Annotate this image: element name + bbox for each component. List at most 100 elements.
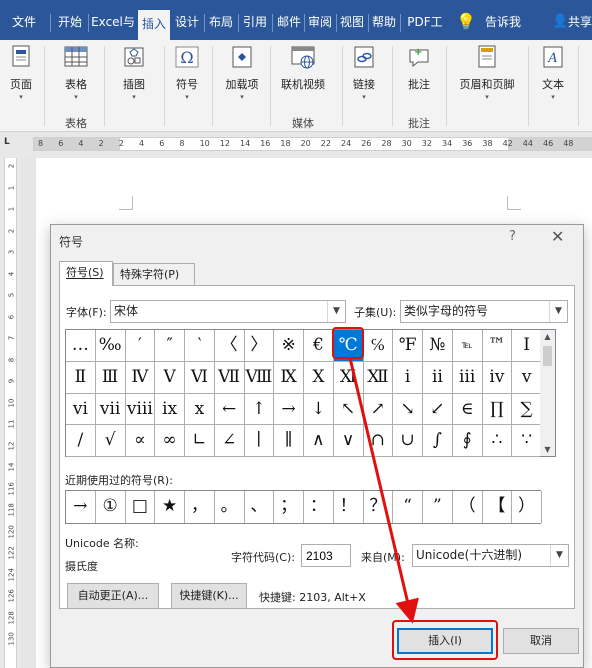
symbol-cell[interactable]: …: [66, 330, 96, 362]
font-select[interactable]: 宋体 ▼: [110, 300, 346, 323]
symbol-cell[interactable]: ⅲ: [452, 361, 483, 394]
symbol-cell[interactable]: ∞: [155, 425, 185, 457]
symbol-cell[interactable]: ∴: [482, 425, 513, 457]
symbol-cell[interactable]: ↗: [363, 393, 394, 426]
recent-symbol-cell[interactable]: “: [393, 491, 423, 523]
symbol-cell[interactable]: ∑: [512, 393, 542, 426]
symbol-cell[interactable]: ∫: [423, 425, 453, 457]
symbol-cell[interactable]: ∟: [185, 425, 215, 457]
symbol-cell[interactable]: ⅷ: [125, 393, 156, 426]
help-icon[interactable]: ?: [509, 229, 516, 244]
symbol-cell[interactable]: ↓: [304, 393, 334, 426]
recent-symbol-cell[interactable]: 、: [245, 491, 275, 523]
symbol-cell[interactable]: ℅: [363, 330, 394, 362]
symbol-cell[interactable]: ⅱ: [423, 361, 453, 394]
symbol-grid[interactable]: … ‰ ′ ″ ‵ 〈〉 ※ € ℃ ℅ ℉ № ℡ ™ Ⅰ Ⅱ Ⅲ Ⅳ Ⅴ Ⅵ Ⅶ Ⅷ Ⅸ Ⅹ Ⅺ Ⅻⅰ ⅱ ⅲ ⅳ ⅴ ⅵ ⅶ ⅷ ⅸ ⅹ ← ↑ →…: [65, 329, 542, 457]
autocorrect-button[interactable]: 自动更正(A)...: [67, 583, 159, 609]
symbol-cell[interactable]: ∕: [66, 425, 96, 457]
symbol-cell[interactable]: Ⅸ: [274, 361, 304, 394]
symbol-cell[interactable]: ↙: [423, 393, 453, 426]
tab-layout[interactable]: 布局: [206, 8, 236, 36]
recent-symbol-cell[interactable]: 【: [483, 491, 513, 523]
symbol-cell[interactable]: ∩: [363, 425, 394, 457]
symbol-cell[interactable]: ⅰ: [393, 361, 423, 394]
recent-symbols-row[interactable]: → ① □ ★，。、；：！？ “” （【）: [65, 490, 542, 524]
symbol-cell[interactable]: ∨: [333, 425, 364, 457]
recent-symbol-cell[interactable]: □: [126, 491, 156, 523]
symbol-cell[interactable]: Ⅷ: [244, 361, 275, 394]
tab-design[interactable]: 设计: [172, 8, 202, 36]
symbol-cell[interactable]: 〉: [244, 330, 275, 362]
tab-special-characters[interactable]: 特殊字符(P): [113, 263, 195, 286]
symbol-cell[interactable]: ⅸ: [155, 393, 185, 426]
symbol-cell[interactable]: Ⅴ: [155, 361, 185, 394]
tab-review[interactable]: 审阅: [305, 8, 335, 36]
symbol-cell[interactable]: 〈: [214, 330, 245, 362]
symbol-cell[interactable]: Ⅲ: [95, 361, 126, 394]
link-button[interactable]: 链接 ▾: [346, 44, 382, 102]
addins-button[interactable]: 加载项 ▾: [222, 44, 262, 102]
symbol-cell[interactable]: ⅴ: [512, 361, 542, 394]
header-footer-button[interactable]: 页眉和页脚 ▾: [452, 44, 522, 102]
symbol-cell[interactable]: Ⅳ: [125, 361, 156, 394]
symbol-cell[interactable]: ∠: [214, 425, 245, 457]
symbol-grid-scrollbar[interactable]: ▲ ▼: [540, 329, 556, 457]
scroll-down-icon[interactable]: ▼: [540, 443, 555, 457]
symbol-cell[interactable]: ∵: [512, 425, 542, 457]
symbol-cell[interactable]: ∮: [452, 425, 483, 457]
symbol-cell[interactable]: ∪: [393, 425, 423, 457]
symbol-cell[interactable]: Ⅺ: [333, 361, 364, 394]
symbol-cell[interactable]: ∏: [482, 393, 513, 426]
tab-selector[interactable]: L: [4, 137, 14, 147]
recent-symbol-cell[interactable]: ①: [96, 491, 126, 523]
close-icon[interactable]: ✕: [551, 227, 564, 246]
recent-symbol-cell[interactable]: ！: [334, 491, 364, 523]
horizontal-ruler[interactable]: 8 6 4 2 2 4 6 8 10 12 14 16 18 20 22 24 26 28 30 32 34 36 38 42…: [33, 137, 592, 151]
recent-symbol-cell[interactable]: ：: [304, 491, 334, 523]
symbol-cell[interactable]: Ⅰ: [512, 330, 542, 362]
recent-symbol-cell[interactable]: ？: [364, 491, 394, 523]
symbol-cell[interactable]: Ⅱ: [66, 361, 96, 394]
symbol-cell[interactable]: √: [95, 425, 126, 457]
symbol-cell[interactable]: ↑: [244, 393, 275, 426]
recent-symbol-cell[interactable]: ；: [274, 491, 304, 523]
symbol-cell[interactable]: ∈: [452, 393, 483, 426]
symbol-cell[interactable]: ⅳ: [482, 361, 513, 394]
symbol-button[interactable]: Ω 符号 ▾: [168, 44, 206, 102]
illustration-button[interactable]: 插图 ▾: [114, 44, 154, 102]
text-button[interactable]: A 文本 ▾: [536, 44, 570, 102]
symbol-cell[interactable]: ′: [125, 330, 156, 362]
symbol-cell[interactable]: ∣: [244, 425, 275, 457]
scroll-thumb[interactable]: [543, 346, 552, 366]
cancel-button[interactable]: 取消: [503, 628, 579, 654]
subset-select[interactable]: 类似字母的符号 ▼: [400, 300, 568, 323]
symbol-cell[interactable]: ↖: [333, 393, 364, 426]
online-video-button[interactable]: 联机视频: [276, 44, 330, 92]
symbol-cell[interactable]: ℡: [452, 330, 483, 362]
symbol-cell[interactable]: ⅶ: [95, 393, 126, 426]
tab-excel[interactable]: Excel与: [89, 8, 137, 36]
symbol-cell[interactable]: ‵: [185, 330, 215, 362]
symbol-cell[interactable]: Ⅶ: [214, 361, 245, 394]
share-button[interactable]: 共享: [568, 8, 592, 36]
tab-view[interactable]: 视图: [337, 8, 367, 36]
symbol-cell[interactable]: ℉: [393, 330, 423, 362]
symbol-cell[interactable]: ∧: [304, 425, 334, 457]
recent-symbol-cell[interactable]: （: [453, 491, 483, 523]
symbol-cell[interactable]: ™: [482, 330, 513, 362]
scroll-up-icon[interactable]: ▲: [540, 330, 555, 344]
tab-file[interactable]: 文件: [4, 8, 44, 36]
symbol-cell[interactable]: ∝: [125, 425, 156, 457]
symbol-cell[interactable]: ⅹ: [185, 393, 215, 426]
symbol-cell[interactable]: Ⅹ: [304, 361, 334, 394]
symbol-cell[interactable]: ∥: [274, 425, 304, 457]
symbol-cell[interactable]: ※: [274, 330, 304, 362]
char-code-input[interactable]: [301, 544, 351, 567]
symbol-cell[interactable]: Ⅵ: [185, 361, 215, 394]
table-button[interactable]: 表格 ▾: [56, 44, 96, 102]
tab-insert[interactable]: 插入: [138, 10, 170, 40]
symbol-cell[interactable]: ‰: [95, 330, 126, 362]
recent-symbol-cell[interactable]: →: [66, 491, 96, 523]
symbol-cell[interactable]: Ⅻ: [363, 361, 394, 394]
tell-me-search[interactable]: 告诉我: [482, 8, 524, 36]
